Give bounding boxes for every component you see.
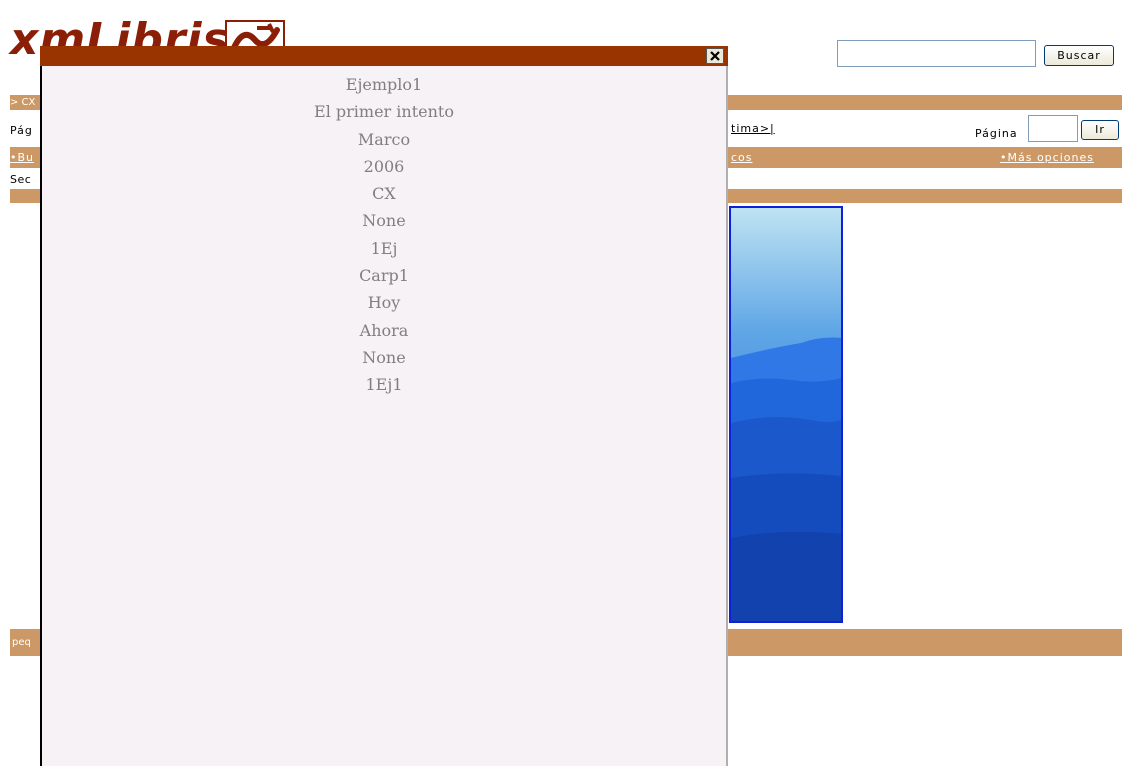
field-item: 1Ej1 [365, 375, 403, 395]
field-item: Hoy [367, 293, 401, 313]
search-button[interactable]: Buscar [1044, 45, 1114, 66]
nav-link-more-options[interactable]: •Más opciones [1000, 151, 1094, 164]
page-number-label: Página [975, 127, 1018, 140]
close-icon[interactable] [706, 48, 724, 64]
paging-label: Pág [10, 124, 33, 137]
field-item: 1Ej [370, 238, 398, 258]
mountain-photo [729, 206, 843, 623]
nav-link-search[interactable]: •Bu [10, 151, 34, 164]
field-item: 2006 [363, 156, 405, 176]
breadcrumb[interactable]: > CX [10, 97, 35, 108]
field-item: None [362, 347, 406, 367]
search-input[interactable] [837, 40, 1036, 67]
field-item: El primer intento [314, 102, 454, 122]
record-field-list: Ejemplo1 El primer intento Marco 2006 CX… [42, 71, 726, 399]
go-button[interactable]: Ir [1081, 120, 1119, 140]
field-item: Carp1 [359, 266, 409, 286]
footer-label: peq [12, 637, 31, 648]
field-item: None [362, 211, 406, 231]
popup-dialog: Ejemplo1 El primer intento Marco 2006 CX… [40, 66, 728, 766]
popup-titlebar[interactable] [40, 46, 728, 66]
nav-link-middle[interactable]: cos [731, 151, 753, 164]
field-item: Ahora [359, 320, 409, 340]
page-number-input[interactable] [1028, 115, 1078, 142]
field-item: Marco [357, 129, 411, 149]
field-item: Ejemplo1 [345, 75, 423, 94]
section-label: Sec [10, 173, 32, 186]
last-page-link[interactable]: tima>| [731, 122, 775, 135]
field-item: CX [372, 184, 396, 204]
